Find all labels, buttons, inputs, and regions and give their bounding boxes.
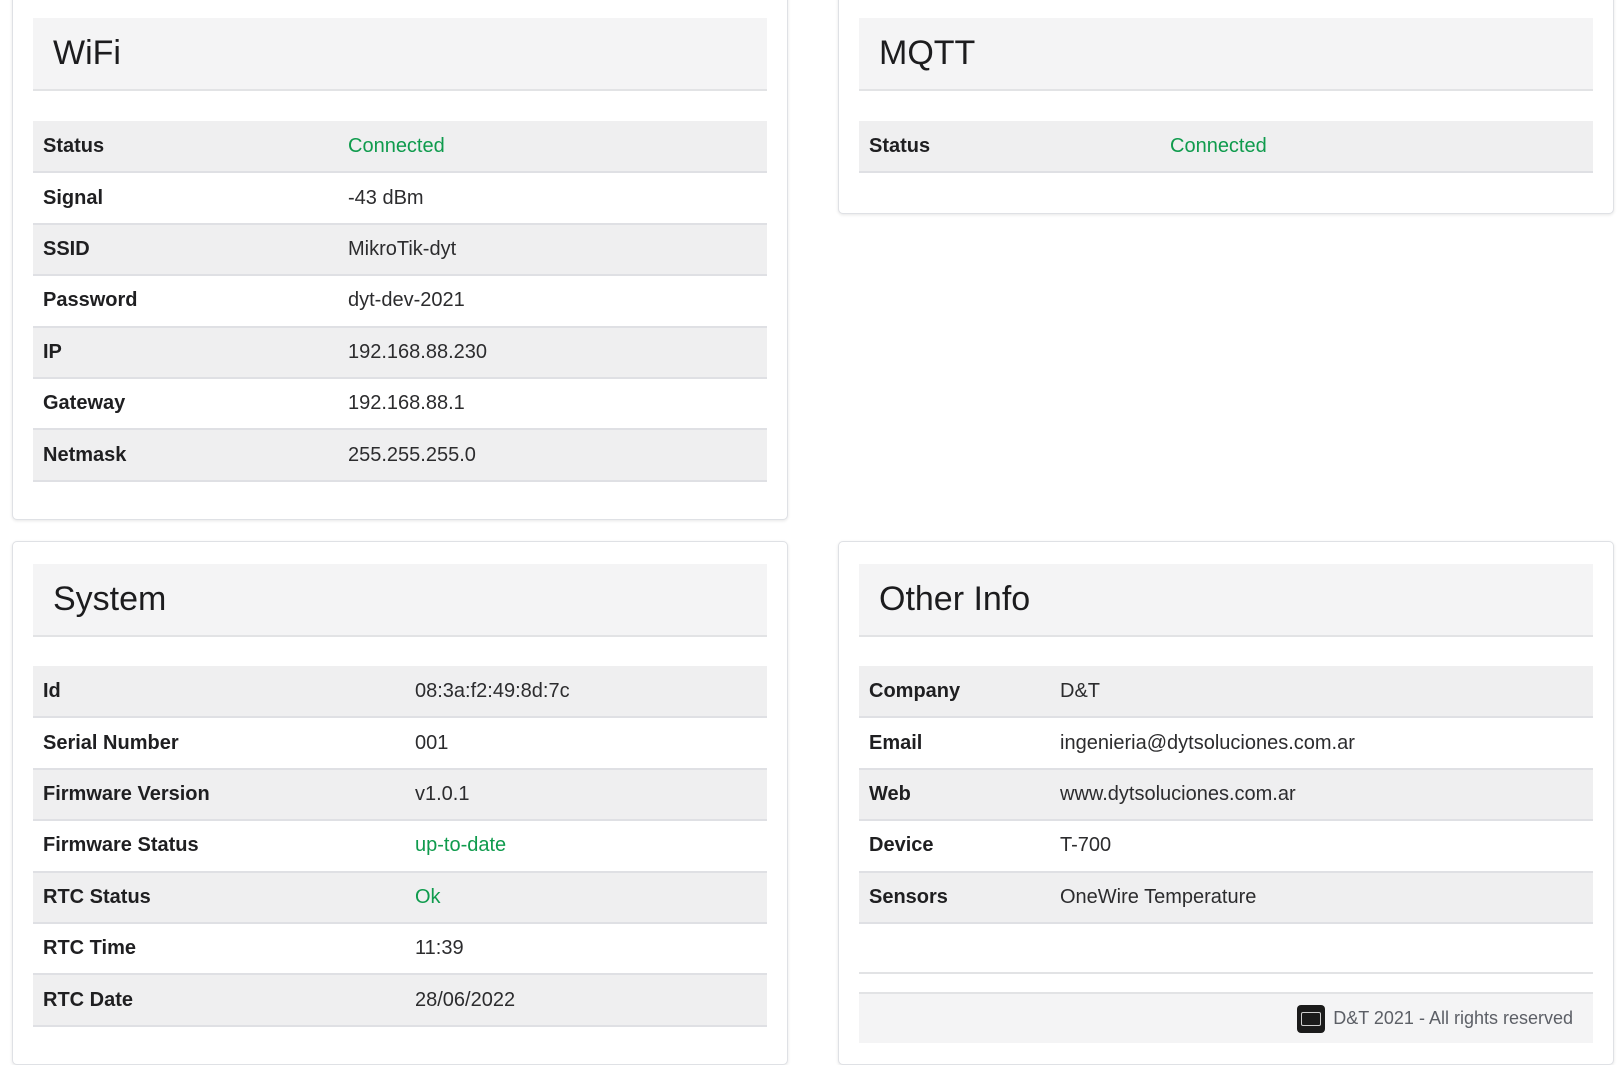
- web-value: www.dytsoluciones.com.ar: [1060, 782, 1296, 805]
- table-row: Firmware Status up-to-date: [33, 820, 767, 872]
- netmask-label: Netmask: [43, 443, 127, 466]
- table-row: Email ingenieria@dytsoluciones.com.ar: [859, 717, 1593, 769]
- wifi-card: WiFi Status Connected Signal -43 dBm SSI…: [12, 0, 788, 520]
- email-value: ingenieria@dytsoluciones.com.ar: [1060, 731, 1355, 754]
- company-value: D&T: [1060, 679, 1100, 702]
- table-row: Firmware Version v1.0.1: [33, 768, 767, 821]
- password-label: Password: [43, 289, 138, 312]
- firmware-status-value: up-to-date: [415, 834, 507, 857]
- table-row: SSID MikroTik-dyt: [33, 223, 767, 276]
- table-row: Gateway 192.168.88.1: [33, 378, 767, 430]
- table-row: Device T-700: [859, 820, 1593, 872]
- system-card: System Id 08:3a:f2:49:8d:7c Serial Numbe…: [12, 541, 788, 1065]
- signal-label: Signal: [43, 186, 104, 209]
- company-label: Company: [869, 679, 961, 702]
- id-label: Id: [43, 679, 61, 702]
- rtc-status-value: Ok: [415, 885, 441, 908]
- table-row: RTC Status Ok: [33, 871, 767, 923]
- signal-value: -43 dBm: [348, 186, 424, 209]
- firmware-version-value: v1.0.1: [415, 782, 470, 805]
- ssid-value: MikroTik-dyt: [348, 237, 457, 260]
- gateway-label: Gateway: [43, 392, 126, 415]
- firmware-status-label: Firmware Status: [43, 834, 199, 857]
- table-row: Password dyt-dev-2021: [33, 275, 767, 327]
- web-label: Web: [869, 782, 911, 805]
- mqtt-status-value: Connected: [1170, 134, 1267, 157]
- rtc-date-value: 28/06/2022: [415, 988, 516, 1011]
- sensors-label: Sensors: [869, 885, 948, 908]
- other-info-card: Other Info Company D&T Email ingenieria@…: [838, 541, 1614, 1065]
- mqtt-info-table: Status Connected: [859, 121, 1593, 173]
- status-label: Status: [869, 134, 931, 157]
- footer-divider: [859, 972, 1593, 974]
- rtc-status-label: RTC Status: [43, 885, 151, 908]
- footer-copyright: D&T 2021 - All rights reserved: [1333, 1008, 1573, 1028]
- table-row: Status Connected: [33, 121, 767, 173]
- ip-label: IP: [43, 340, 62, 363]
- mqtt-card-title: MQTT: [859, 18, 1593, 91]
- other-info-card-title: Other Info: [859, 564, 1593, 637]
- wifi-status-value: Connected: [348, 134, 445, 157]
- system-card-title: System: [33, 564, 767, 637]
- id-value: 08:3a:f2:49:8d:7c: [415, 679, 570, 702]
- ssid-label: SSID: [43, 237, 90, 260]
- rtc-date-label: RTC Date: [43, 988, 134, 1011]
- table-row: IP 192.168.88.230: [33, 326, 767, 378]
- table-row: Id 08:3a:f2:49:8d:7c: [33, 666, 767, 718]
- wifi-info-table: Status Connected Signal -43 dBm SSID Mik…: [33, 121, 767, 482]
- sensors-value: OneWire Temperature: [1060, 885, 1257, 908]
- status-label: Status: [43, 134, 105, 157]
- rtc-time-label: RTC Time: [43, 937, 136, 960]
- table-row: RTC Time 11:39: [33, 923, 767, 975]
- table-row: Signal -43 dBm: [33, 172, 767, 224]
- table-row: RTC Date 28/06/2022: [33, 974, 767, 1026]
- table-row: Sensors OneWire Temperature: [859, 871, 1593, 923]
- rtc-time-value: 11:39: [415, 937, 464, 960]
- footer: D&T 2021 - All rights reserved: [859, 992, 1593, 1043]
- email-label: Email: [869, 731, 923, 754]
- netmask-value: 255.255.255.0: [348, 443, 476, 466]
- table-row: Web www.dytsoluciones.com.ar: [859, 768, 1593, 821]
- other-info-table: Company D&T Email ingenieria@dytsolucion…: [859, 666, 1593, 924]
- wifi-card-title: WiFi: [33, 18, 767, 91]
- table-row: Serial Number 001: [33, 717, 767, 769]
- system-info-table: Id 08:3a:f2:49:8d:7c Serial Number 001 F…: [33, 666, 767, 1027]
- mqtt-card: MQTT Status Connected: [838, 0, 1614, 214]
- table-row: Netmask 255.255.255.0: [33, 429, 767, 481]
- password-value: dyt-dev-2021: [348, 289, 465, 312]
- gateway-value: 192.168.88.1: [348, 392, 465, 415]
- table-row: Status Connected: [859, 121, 1593, 173]
- dt-logo-icon: [1297, 1004, 1326, 1033]
- firmware-version-label: Firmware Version: [43, 782, 210, 805]
- serial-number-label: Serial Number: [43, 731, 179, 754]
- serial-number-value: 001: [415, 731, 449, 754]
- device-label: Device: [869, 834, 934, 857]
- ip-value: 192.168.88.230: [348, 340, 488, 363]
- table-row: Company D&T: [859, 666, 1593, 718]
- device-value: T-700: [1060, 834, 1112, 857]
